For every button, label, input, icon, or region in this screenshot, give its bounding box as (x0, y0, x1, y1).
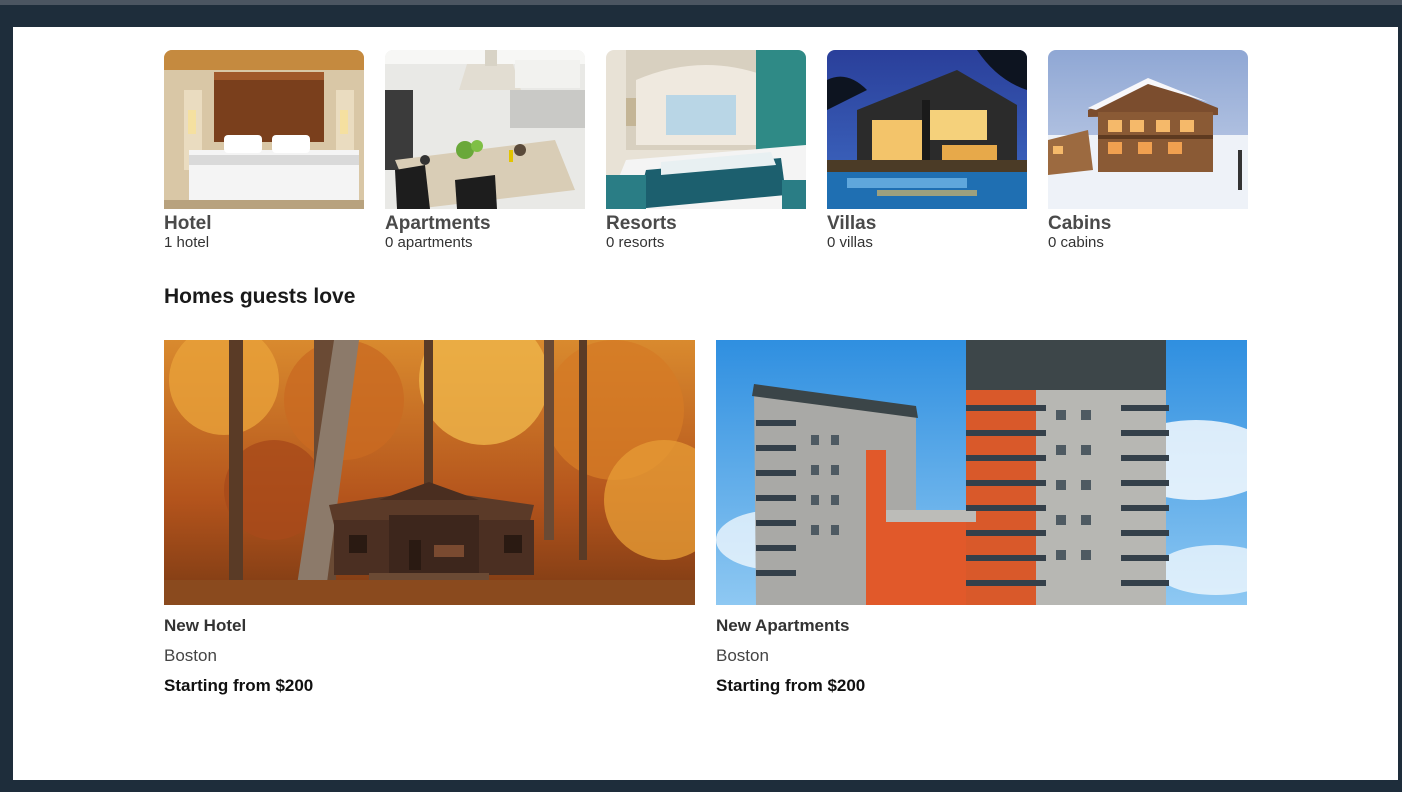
category-count: 0 villas (827, 234, 873, 251)
autumn-cabin-image[interactable] (164, 340, 695, 605)
main-page: Hotel 1 hotel Apartments 0 apartments Re… (13, 27, 1398, 780)
apartment-kitchen-image[interactable] (385, 50, 585, 209)
category-card-resorts[interactable]: Resorts 0 resorts (606, 50, 806, 252)
category-count: 1 hotel (164, 234, 210, 251)
home-price: Starting from $200 (164, 676, 314, 695)
category-name: Cabins (1048, 213, 1112, 234)
resort-room-image[interactable] (606, 50, 806, 209)
category-card-cabins[interactable]: Cabins 0 cabins (1048, 50, 1248, 252)
category-count: 0 apartments (385, 234, 473, 251)
category-card-villas[interactable]: Villas 0 villas (827, 50, 1027, 252)
apartment-building-image[interactable] (716, 340, 1247, 605)
category-name: Hotel (164, 213, 212, 234)
category-card-hotel[interactable]: Hotel 1 hotel (164, 50, 364, 252)
home-city: Boston (716, 646, 769, 665)
property-type-list: Hotel 1 hotel Apartments 0 apartments Re… (164, 50, 1248, 260)
home-card-new-apartments[interactable]: New Apartments Boston Starting from $200 (716, 340, 1247, 695)
category-name: Apartments (385, 213, 491, 234)
home-name: New Apartments (716, 616, 850, 635)
section-title: Homes guests love (164, 285, 356, 308)
home-name: New Hotel (164, 616, 247, 635)
category-count: 0 cabins (1048, 234, 1104, 251)
home-card-new-hotel[interactable]: New Hotel Boston Starting from $200 (164, 340, 695, 695)
villa-pool-image[interactable] (827, 50, 1027, 209)
window-top-bar (0, 0, 1402, 5)
home-city: Boston (164, 646, 217, 665)
home-price: Starting from $200 (716, 676, 866, 695)
category-name: Villas (827, 213, 877, 234)
category-card-apartments[interactable]: Apartments 0 apartments (385, 50, 585, 252)
snowy-cabin-image[interactable] (1048, 50, 1248, 209)
category-count: 0 resorts (606, 234, 665, 251)
category-name: Resorts (606, 213, 677, 234)
hotel-bedroom-image[interactable] (164, 50, 364, 209)
